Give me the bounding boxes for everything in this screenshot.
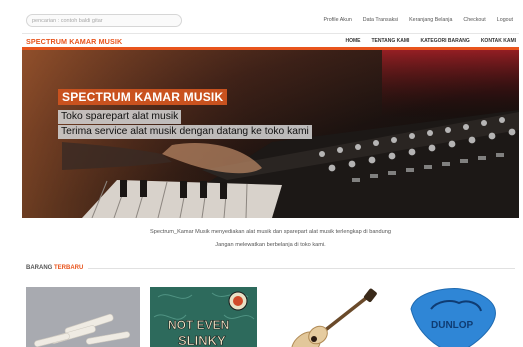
hero-tagline-2: Terima service alat musik dengan datang … <box>58 125 312 139</box>
section-title-part2: TERBARU <box>54 265 84 271</box>
bone-nut-saddle-icon <box>26 287 140 347</box>
nav-item-categories[interactable]: KATEGORI BARANG <box>420 38 469 44</box>
hero-title: SPECTRUM KAMAR MUSIK <box>58 89 228 105</box>
section-title-newest-items: BARANG TERBARU <box>26 265 83 271</box>
search-placeholder: pencarian : contoh baldi gitar <box>32 17 103 24</box>
nav-item-contact[interactable]: KONTAK KAMI <box>481 38 516 44</box>
cart-link[interactable]: Keranjang Belanja <box>409 17 452 23</box>
hero-tagline-1: Toko sparepart alat musik <box>58 110 182 124</box>
product-card-strings[interactable]: NOT EVEN SLINKY <box>150 287 257 347</box>
store-invitation: Jangan melewatkan berbelanja di toko kam… <box>215 242 326 248</box>
product-card-acoustic-guitar[interactable] <box>270 287 384 347</box>
section-title-part1: BARANG <box>26 265 53 271</box>
pack-label-line1: NOT EVEN <box>168 318 229 332</box>
site-brand[interactable]: SPECTRUM KAMAR MUSIK <box>26 37 122 46</box>
hero-banner: SPECTRUM KAMAR MUSIK Toko sparepart alat… <box>22 50 519 218</box>
top-utility-bar: pencarian : contoh baldi gitar Profile A… <box>0 0 523 33</box>
section-divider <box>88 268 515 269</box>
account-links: Profile Akun Data Transaksi Keranjang Be… <box>324 17 514 23</box>
pack-label-line2: SLINKY <box>178 333 226 347</box>
nav-item-home[interactable]: HOME <box>345 38 360 44</box>
product-card-bone-nut[interactable] <box>26 287 140 347</box>
profile-link[interactable]: Profile Akun <box>324 17 352 23</box>
main-navigation: SPECTRUM KAMAR MUSIK HOME TENTANG KAMI K… <box>22 33 519 48</box>
search-input[interactable]: pencarian : contoh baldi gitar <box>26 14 182 27</box>
nav-menu: HOME TENTANG KAMI KATEGORI BARANG KONTAK… <box>345 38 516 44</box>
logout-link[interactable]: Logout <box>497 17 513 23</box>
acoustic-guitar-icon <box>270 287 384 347</box>
nav-item-about[interactable]: TENTANG KAMI <box>371 38 409 44</box>
store-description: Spectrum_Kamar Musik menyediakan alat mu… <box>150 229 391 235</box>
guitar-pick-icon: DUNLOP <box>397 287 515 347</box>
product-card-guitar-pick[interactable]: DUNLOP <box>397 287 515 347</box>
guitar-strings-pack-icon: NOT EVEN SLINKY <box>150 287 257 347</box>
transactions-link[interactable]: Data Transaksi <box>363 17 398 23</box>
checkout-link[interactable]: Checkout <box>463 17 485 23</box>
pick-brand-label: DUNLOP <box>431 320 474 331</box>
